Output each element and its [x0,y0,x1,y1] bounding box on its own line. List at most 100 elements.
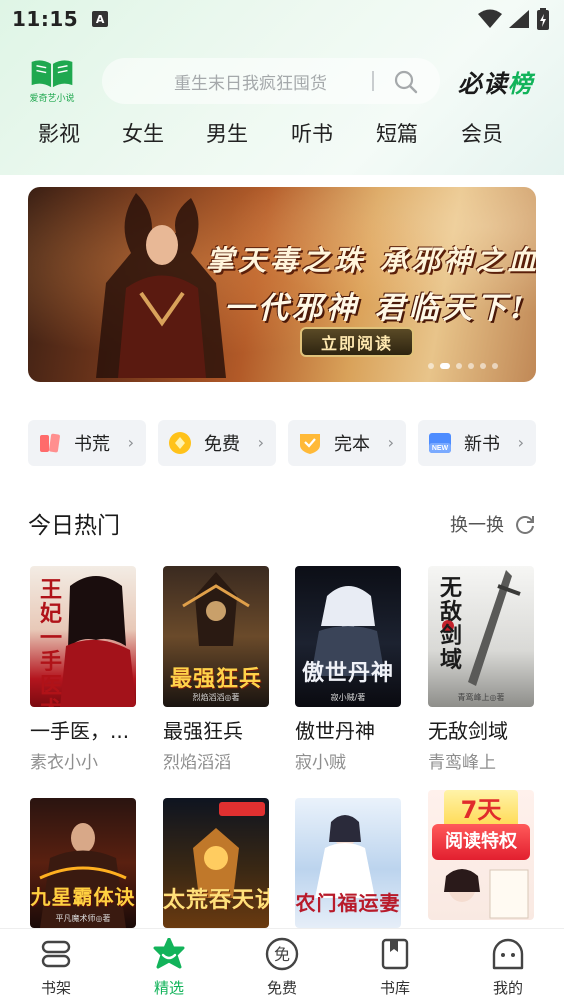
cover-title-text: 太荒吞天诀 [163,887,269,913]
book-cover[interactable]: 农门福运妻 [295,798,401,928]
new-book-icon: NEW [428,431,452,455]
cover-title-text: 傲世丹神 [301,660,394,686]
svg-text:免: 免 [274,945,290,964]
book-card[interactable]: 傲世丹神 寂小贼/著 傲世丹神 寂小贼 [295,566,403,773]
search-icon[interactable] [393,69,419,95]
cover-title-text: 王妃一手医术 [39,577,62,707]
nav-bookshelf[interactable]: 书架 [0,929,112,1004]
book-author: 寂小贼 [295,753,346,773]
notification-icon: A [92,11,109,27]
book-cover[interactable]: 无敌剑域 青鸾峰上◎著 [428,566,534,707]
carousel-dot [480,363,486,369]
nav-profile[interactable]: 我的 [452,929,564,1004]
cover-title-text: 农门福运妻 [295,891,401,915]
quick-entry-chips: 书荒 › 免费 › 完本 › NEW 新书 › [0,420,564,466]
book-title: 最强狂兵 [163,719,243,743]
section-title-hot-today: 今日热门 [28,513,120,539]
book-card[interactable]: 无敌剑域 青鸾峰上◎著 无敌剑域 青鸾峰上 [428,566,536,773]
book-card[interactable]: 王妃一手医术 一手医，... 素衣小小 [30,566,138,773]
carousel-dot [456,363,462,369]
chip-label: 完本 [334,434,370,455]
tab-short[interactable]: 短篇 [376,118,418,148]
nav-label: 我的 [492,979,523,997]
nav-free[interactable]: 免 免费 [226,929,338,1004]
chevron-right-icon: › [257,433,264,452]
carousel-dot [428,363,434,369]
refresh-icon [516,516,534,534]
book-card[interactable]: 农门福运妻 [295,798,403,928]
chevron-right-icon: › [517,433,524,452]
book-author: 素衣小小 [30,753,98,773]
banner-headline-2: 一代邪神 君临天下! [224,291,528,326]
battery-icon [537,8,549,30]
tab-audiobook[interactable]: 听书 [291,118,333,148]
bottom-navigation: 书架 精选 免 免费 书库 我的 [0,928,564,1004]
book-cover[interactable]: 最强狂兵 烈焰滔滔◎著 [163,566,269,707]
book-author: 青鸾峰上 [428,753,496,773]
chip-label: 免费 [204,434,240,455]
book-author: 烈焰滔滔 [163,753,231,773]
chip-label: 新书 [464,434,500,455]
nav-featured[interactable]: 精选 [113,929,225,1004]
nav-library[interactable]: 书库 [339,929,451,1004]
promo-banner[interactable]: 掌天毒之珠 承邪神之血 一代邪神 君临天下! 立即阅读 [28,187,536,382]
shield-check-icon [298,431,322,455]
refresh-button[interactable]: 换一换 [450,511,536,537]
banner-headline-1: 掌天毒之珠 承邪神之血 [206,244,536,277]
status-indicators [478,8,550,30]
open-book-icon [31,60,73,88]
book-title: 傲世丹神 [295,719,375,743]
header-row: 爱奇艺小说 重生末日我疯狂囤货 必读榜 [0,56,564,106]
book-cover[interactable]: 傲世丹神 寂小贼/著 [295,566,401,707]
tab-male[interactable]: 男生 [206,118,248,148]
tab-film[interactable]: 影视 [38,118,80,148]
book-cover[interactable]: 九星霸体诀 平凡魔术师◎著 [30,798,136,928]
chip-free[interactable]: 免费 › [158,420,276,466]
wifi-icon [478,9,502,28]
cover-author-text: 平凡魔术师◎著 [55,914,111,923]
tab-vip[interactable]: 会员 [461,118,503,148]
chevron-right-icon: › [387,433,394,452]
chip-book-shortage[interactable]: 书荒 › [28,420,146,466]
chip-completed[interactable]: 完本 › [288,420,406,466]
must-read-ranking-link[interactable]: 必读榜 [458,64,533,99]
book-shortage-icon [38,431,62,455]
promo-privilege-label: 阅读特权 [432,824,530,860]
carousel-dot-active [440,363,450,369]
coin-icon [168,431,192,455]
refresh-label: 换一换 [450,515,504,536]
library-icon [381,937,409,971]
logo-text: 爱奇艺小说 [29,94,75,104]
profile-icon [491,937,525,971]
reading-privilege-promo[interactable]: 7天 阅读特权 [428,790,534,920]
book-card[interactable]: 九星霸体诀 平凡魔术师◎著 [30,798,138,928]
app-logo[interactable]: 爱奇艺小说 [26,58,78,104]
nav-label: 免费 [266,979,297,997]
chip-label: 书荒 [74,434,110,455]
free-icon: 免 [265,937,299,971]
book-cover[interactable]: 王妃一手医术 [30,566,136,707]
book-card[interactable]: 太荒吞天诀 [163,798,271,928]
chip-new-book[interactable]: NEW 新书 › [418,420,536,466]
search-divider [372,71,374,91]
svg-text:NEW: NEW [432,445,449,452]
book-title: 一手医，... [30,719,130,743]
book-card[interactable]: 最强狂兵 烈焰滔滔◎著 最强狂兵 烈焰滔滔 [163,566,271,773]
search-placeholder: 重生末日我疯狂囤货 [174,73,327,94]
bookshelf-icon [40,937,72,971]
status-bar: 11:15 A [0,0,564,38]
featured-icon [152,937,186,971]
cover-title-text: 最强狂兵 [169,666,262,692]
ranking-label-part1: 必读 [458,70,508,98]
promo-illustration [444,869,529,919]
cover-title-text: 九星霸体诀 [30,885,136,909]
search-bar[interactable]: 重生末日我疯狂囤货 [102,58,440,104]
banner-character-image [96,193,226,378]
book-cover[interactable]: 太荒吞天诀 [163,798,269,928]
cover-author-text: 寂小贼/著 [330,693,366,702]
status-time: 11:15 [12,7,79,31]
chevron-right-icon: › [127,433,134,452]
signal-icon [509,10,529,28]
read-now-button[interactable]: 立即阅读 [300,327,414,357]
tab-female[interactable]: 女生 [122,118,164,148]
